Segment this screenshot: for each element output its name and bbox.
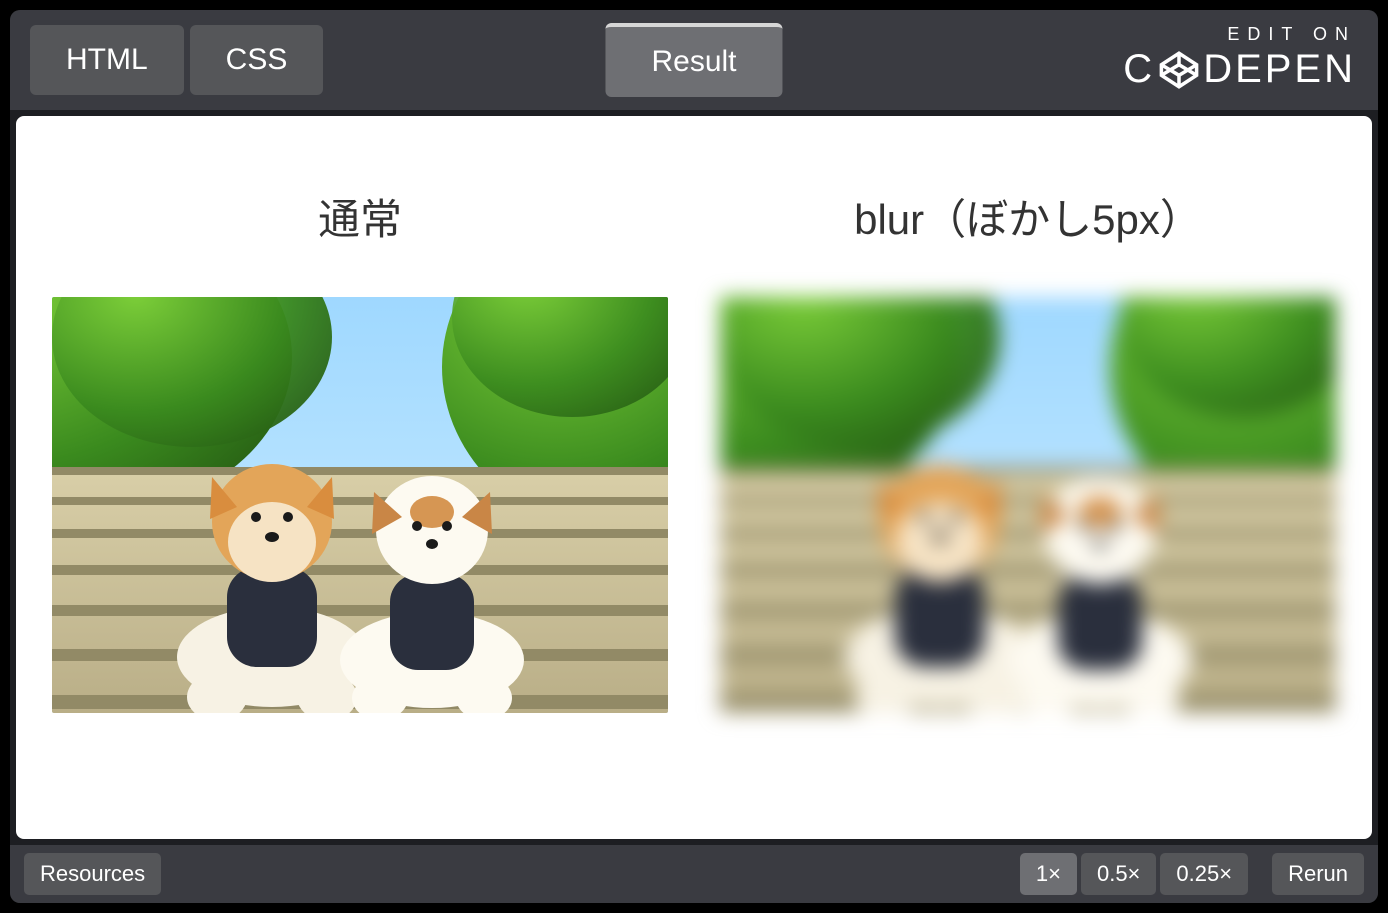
rerun-button[interactable]: Rerun [1272, 853, 1364, 895]
codepen-logo: C DEPEN [1123, 47, 1356, 92]
resources-button[interactable]: Resources [24, 853, 161, 895]
bottom-bar: Resources 1× 0.5× 0.25× Rerun [10, 845, 1378, 903]
tab-css[interactable]: CSS [190, 25, 324, 95]
top-bar: HTML CSS Result EDIT ON C DEPEN [10, 10, 1378, 110]
codepen-logo-pre: C [1123, 47, 1155, 92]
tab-result[interactable]: Result [605, 23, 782, 97]
zoom-05x-button[interactable]: 0.5× [1081, 853, 1156, 895]
codepen-badge[interactable]: EDIT ON C DEPEN [1123, 24, 1356, 92]
demo-blur-column: blur（ぼかし5px） [704, 136, 1352, 819]
demo-blur-title: blur（ぼかし5px） [854, 186, 1202, 247]
editor-tabs: HTML CSS [30, 25, 323, 95]
zoom-025x-button[interactable]: 0.25× [1160, 853, 1248, 895]
zoom-controls: 1× 0.5× 0.25× [1020, 853, 1248, 895]
zoom-1x-button[interactable]: 1× [1020, 853, 1077, 895]
demo-normal-image [52, 297, 668, 713]
result-pane: 通常 [16, 116, 1372, 839]
demo-blur-image [720, 297, 1336, 713]
demo-normal-column: 通常 [36, 136, 684, 819]
codepen-logo-post: DEPEN [1203, 47, 1356, 92]
edit-on-label: EDIT ON [1123, 24, 1356, 45]
tab-html[interactable]: HTML [30, 25, 184, 95]
codepen-icon [1157, 48, 1201, 92]
codepen-embed-frame: HTML CSS Result EDIT ON C DEPEN 通常 [10, 10, 1378, 903]
demo-normal-title: 通常 [318, 186, 402, 247]
